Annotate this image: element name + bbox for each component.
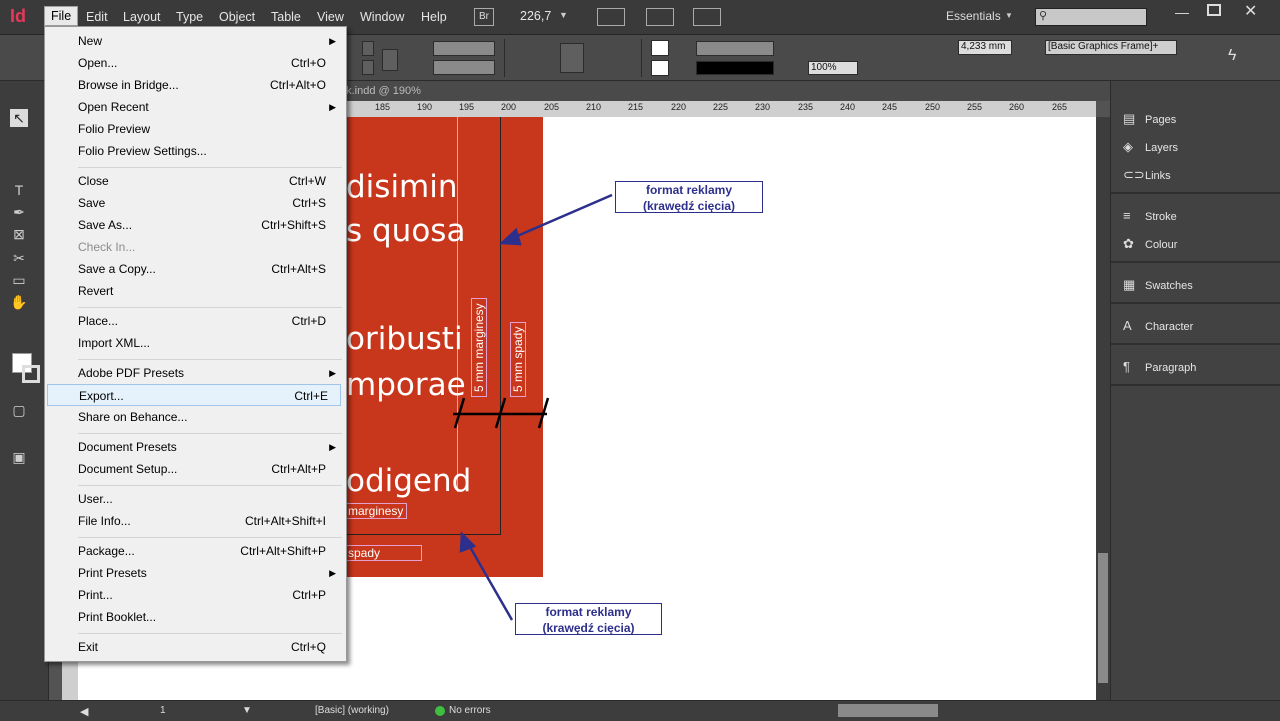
preflight-profile[interactable]: [Basic] (working) [315,705,389,716]
callout-line: (krawędź cięcia) [642,199,736,213]
panel-label: Stroke [1145,211,1177,223]
menu-share-behance[interactable]: Share on Behance... [78,406,338,428]
panel-links[interactable]: ⊂⊃Links [1123,167,1171,183]
links-icon: ⊂⊃ [1123,167,1145,182]
horizontal-scrollbar-thumb[interactable] [838,704,938,717]
status-bar: ◀ 1 ▼ [Basic] (working) No errors [0,700,1280,721]
panel-divider [1111,384,1280,386]
menu-separator [78,485,342,486]
swatches-icon: ▦ [1123,277,1136,292]
preflight-ok-icon [435,706,445,716]
menu-import-xml[interactable]: Import XML... [78,332,338,354]
menu-print-booklet[interactable]: Print Booklet... [78,606,338,628]
panel-swatches[interactable]: ▦ Swatches [1123,277,1193,293]
panel-label: Layers [1145,142,1179,154]
menu-package[interactable]: Package... Ctrl+Alt+Shift+P [78,540,338,562]
stroke-icon: ≡ [1123,208,1131,223]
menu-document-presets[interactable]: Document Presets ▶ [78,436,338,458]
menu-separator [78,359,342,360]
panel-label: Links [1145,170,1171,182]
menu-close[interactable]: Close Ctrl+W [78,170,338,192]
layers-icon: ◈ [1123,139,1133,154]
menu-separator [78,633,342,634]
colour-icon: ✿ [1123,236,1134,251]
first-page-icon[interactable]: ◀ [80,705,88,718]
menu-print[interactable]: Print... Ctrl+P [78,584,338,606]
panel-colour[interactable]: ✿ Colour [1123,236,1177,252]
panel-label: Pages [1145,114,1177,126]
menu-place[interactable]: Place... Ctrl+D [78,310,338,332]
menu-file-info[interactable]: File Info... Ctrl+Alt+Shift+I [78,510,338,532]
pages-icon: ▤ [1123,111,1136,126]
file-menu: New ▶ Open... Ctrl+O Browse in Bridge... Ct… [44,26,347,662]
menu-save-as[interactable]: Save As... Ctrl+Shift+S [78,214,338,236]
panel-label: Colour [1145,239,1178,251]
submenu-arrow-icon: ▶ [329,442,336,452]
menu-open[interactable]: Open... Ctrl+O [78,52,338,74]
callout-line: format reklamy [645,183,733,197]
submenu-arrow-icon: ▶ [329,568,336,578]
menu-document-setup[interactable]: Document Setup... Ctrl+Alt+P [78,458,338,480]
panel-label: Character [1145,321,1194,333]
menu-save[interactable]: Save Ctrl+S [78,192,338,214]
menu-folio-preview[interactable]: Folio Preview [78,118,338,140]
character-icon: A [1123,318,1132,333]
menu-user[interactable]: User... [78,488,338,510]
menu-revert[interactable]: Revert [78,280,338,302]
callout-trim: format reklamy (krawędź cięcia) [515,603,662,635]
panel-divider [1111,192,1280,194]
menu-folio-preview-settings[interactable]: Folio Preview Settings... [78,140,338,162]
panel-divider [1111,302,1280,304]
menu-exit[interactable]: Exit Ctrl+Q [78,636,338,658]
menu-separator [78,167,342,168]
paragraph-icon: ¶ [1123,359,1130,374]
menu-browse-bridge[interactable]: Browse in Bridge... Ctrl+Alt+O [78,74,338,96]
panel-layers[interactable]: ◈ Layers [1123,139,1178,155]
menu-new[interactable]: New ▶ [78,30,338,52]
callout-line: (krawędź cięcia) [542,621,635,635]
panel-character[interactable]: A Character [1123,318,1193,333]
menu-print-presets[interactable]: Print Presets ▶ [78,562,338,584]
panel-paragraph[interactable]: ¶ Paragraph [1123,359,1196,374]
submenu-arrow-icon: ▶ [329,36,336,46]
submenu-arrow-icon: ▶ [329,102,336,112]
panel-label: Paragraph [1145,362,1197,374]
panel-stroke[interactable]: ≡ Stroke [1123,208,1177,223]
menu-separator [78,433,342,434]
submenu-arrow-icon: ▶ [329,368,336,378]
callout-trim: format reklamy (krawędź cięcia) [615,181,763,213]
menu-save-copy[interactable]: Save a Copy... Ctrl+Alt+S [78,258,338,280]
page-number-field[interactable]: 1 [160,705,166,716]
menu-separator [78,537,342,538]
panel-divider [1111,343,1280,345]
panel-divider [1111,261,1280,263]
chevron-down-icon[interactable]: ▼ [242,705,252,716]
preflight-status[interactable]: No errors [449,705,491,716]
callout-line: format reklamy [545,605,632,619]
menu-export[interactable]: Export... Ctrl+E [47,384,341,406]
menu-pdf-presets[interactable]: Adobe PDF Presets ▶ [78,362,338,384]
panel-pages[interactable]: ▤ Pages [1123,111,1176,127]
menu-separator [78,307,342,308]
panel-dock: ▤ Pages ◈ Layers ⊂⊃Links ≡ Stroke ✿ Colour ▦… [1110,81,1280,700]
menu-check-in: Check In... [78,240,136,254]
menu-open-recent[interactable]: Open Recent ▶ [78,96,338,118]
panel-label: Swatches [1145,280,1193,292]
